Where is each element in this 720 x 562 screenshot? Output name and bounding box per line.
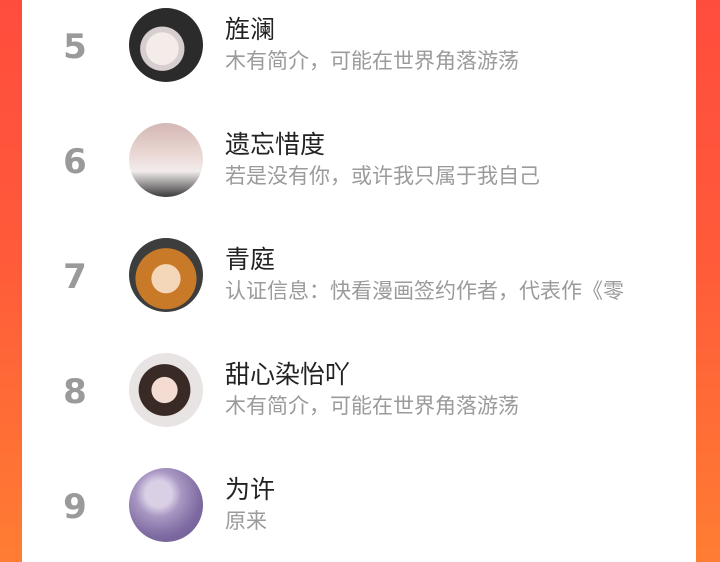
user-name[interactable]: 青庭 xyxy=(225,240,275,276)
avatar[interactable] xyxy=(129,238,203,312)
avatar[interactable] xyxy=(129,8,203,82)
rank-number: 6 xyxy=(63,142,87,182)
user-name[interactable]: 旌澜 xyxy=(225,10,275,46)
list-item[interactable]: 9 为许 原来 xyxy=(22,460,696,560)
user-name[interactable]: 甜心染怡吖 xyxy=(225,355,350,391)
list-item[interactable]: 7 青庭 认证信息：快看漫画签约作者，代表作《零 xyxy=(22,230,696,330)
user-description: 原来 xyxy=(225,509,267,533)
avatar[interactable] xyxy=(129,353,203,427)
ranking-list-panel: 5 旌澜 木有简介，可能在世界角落游荡 6 遗忘惜度 若是没有你，或许我只属于我… xyxy=(22,0,696,562)
user-description: 认证信息：快看漫画签约作者，代表作《零 xyxy=(225,279,624,303)
rank-number: 7 xyxy=(63,257,87,297)
user-description: 木有简介，可能在世界角落游荡 xyxy=(225,394,519,418)
list-item[interactable]: 5 旌澜 木有简介，可能在世界角落游荡 xyxy=(22,0,696,100)
avatar[interactable] xyxy=(129,468,203,542)
rank-number: 5 xyxy=(63,27,87,67)
avatar[interactable] xyxy=(129,123,203,197)
user-description: 若是没有你，或许我只属于我自己 xyxy=(225,164,540,188)
user-name[interactable]: 为许 xyxy=(225,470,275,506)
rank-number: 9 xyxy=(63,487,87,527)
list-item[interactable]: 6 遗忘惜度 若是没有你，或许我只属于我自己 xyxy=(22,115,696,215)
user-name[interactable]: 遗忘惜度 xyxy=(225,125,325,161)
user-description: 木有简介，可能在世界角落游荡 xyxy=(225,49,519,73)
rank-number: 8 xyxy=(63,372,87,412)
list-item[interactable]: 8 甜心染怡吖 木有简介，可能在世界角落游荡 xyxy=(22,345,696,445)
